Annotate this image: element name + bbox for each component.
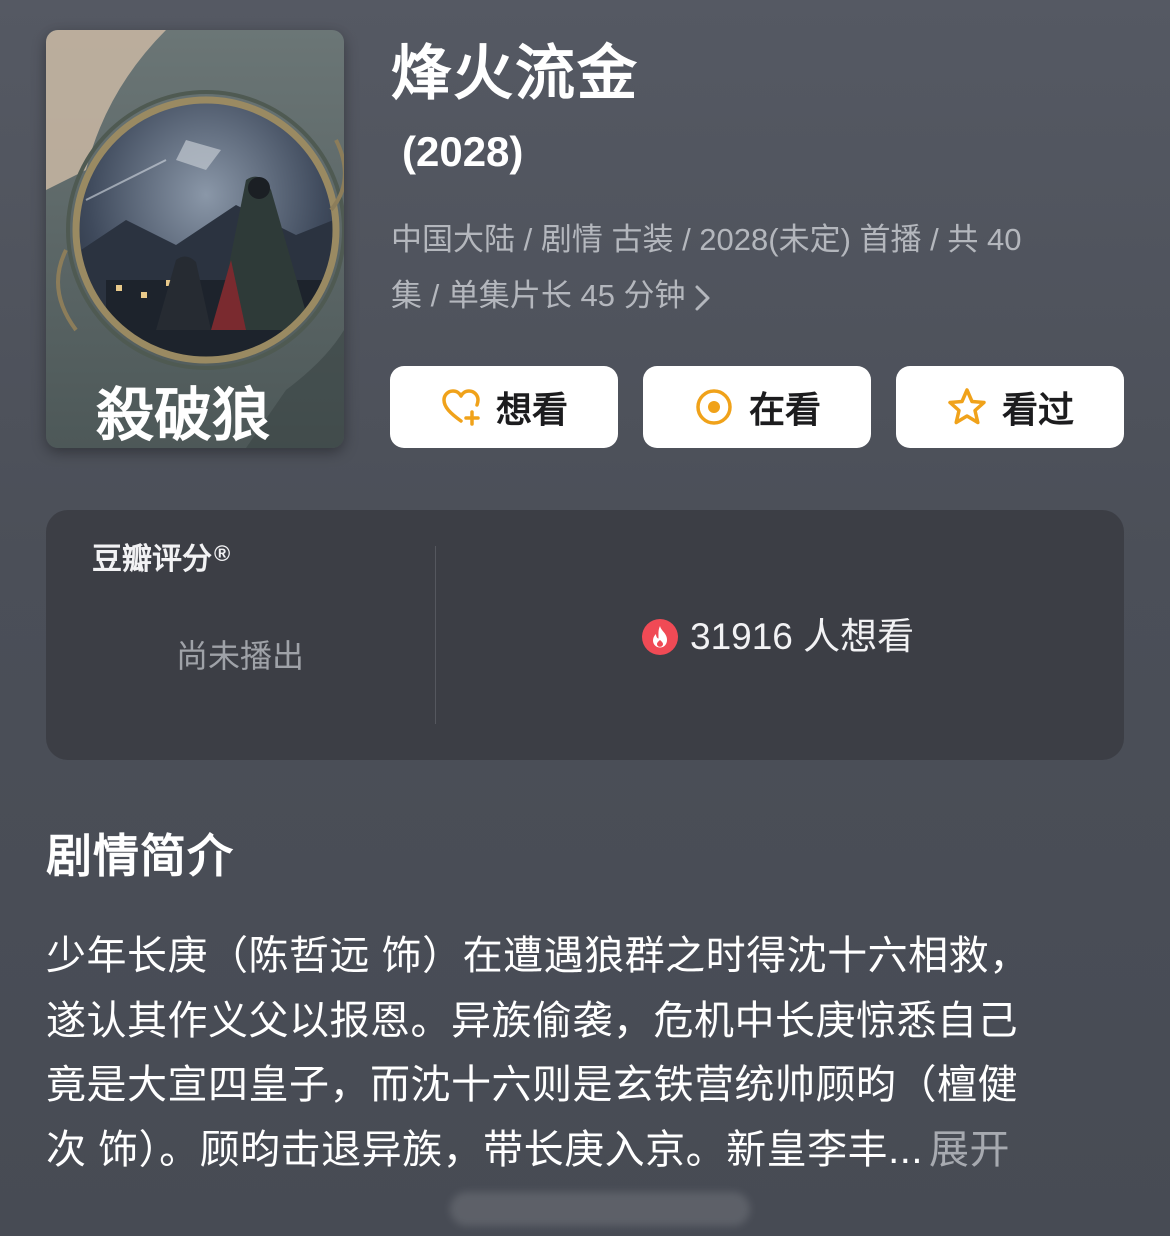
- poster-calligraphy: 殺破狼: [96, 381, 270, 448]
- divider: [435, 546, 436, 724]
- watched-button[interactable]: 看过: [896, 366, 1124, 448]
- expand-link[interactable]: 展开: [929, 1128, 1010, 1172]
- watched-label: 看过: [1001, 389, 1074, 430]
- synopsis-line-4-text: 次 饰）。顾昀击退异族，带长庚入京。新皇李丰...: [46, 1127, 923, 1172]
- page-title: 烽火流金: [391, 40, 639, 107]
- poster-artwork: 殺破狼: [46, 30, 344, 448]
- watermark: [450, 1192, 750, 1226]
- want-to-watch-label: 想看: [495, 389, 568, 430]
- chevron-right-icon[interactable]: [694, 269, 712, 325]
- want-count-text: 31916 人想看: [690, 616, 915, 657]
- release-year: (2028): [402, 128, 524, 175]
- meta-line-2: 集 / 单集片长 45 分钟: [391, 268, 1091, 325]
- rating-title: 豆瓣评分®: [92, 540, 230, 580]
- rating-status: 尚未播出: [176, 638, 305, 674]
- poster-image[interactable]: 殺破狼: [46, 30, 344, 448]
- synopsis-line-3: 竟是大宣四皇子，而沈十六则是玄铁营统帅顾昀（檀健: [46, 1063, 1018, 1107]
- meta-line-2-text: 集 / 单集片长 45 分钟: [391, 278, 686, 313]
- star-icon: [948, 388, 986, 425]
- fire-icon: [642, 619, 678, 655]
- synopsis-line-2: 遂认其作义父以报恩。异族偷袭，危机中长庚惊悉自己: [46, 998, 1018, 1043]
- rating-title-text: 豆瓣评分: [92, 543, 212, 576]
- want-to-watch-button[interactable]: 想看: [390, 366, 618, 448]
- meta-line-1: 中国大陆 / 剧情 古装 / 2028(未定) 首播 / 共 40: [391, 222, 1022, 257]
- watching-label: 在看: [748, 389, 821, 430]
- target-circle-icon: [696, 389, 732, 425]
- synopsis-line-1: 少年长庚（陈哲远 饰）在遭遇狼群之时得沈十六相救，: [46, 934, 1030, 978]
- synopsis-body: 少年长庚（陈哲远 饰）在遭遇狼群之时得沈十六相救， 遂认其作义父以报恩。异族偷袭…: [46, 924, 1126, 1182]
- heart-plus-icon: [442, 389, 480, 426]
- registered-mark: ®: [214, 541, 231, 566]
- meta-info[interactable]: 中国大陆 / 剧情 古装 / 2028(未定) 首播 / 共 40 集 / 单集…: [391, 212, 1091, 325]
- rating-card: 豆瓣评分® 尚未播出 31916 人想看: [46, 510, 1124, 760]
- want-count[interactable]: 31916 人想看: [642, 614, 914, 660]
- synopsis-heading: 剧情简介: [46, 830, 234, 882]
- watching-button[interactable]: 在看: [643, 366, 871, 448]
- synopsis-line-4: 次 饰）。顾昀击退异族，带长庚入京。新皇李丰... 展开: [46, 1118, 1126, 1183]
